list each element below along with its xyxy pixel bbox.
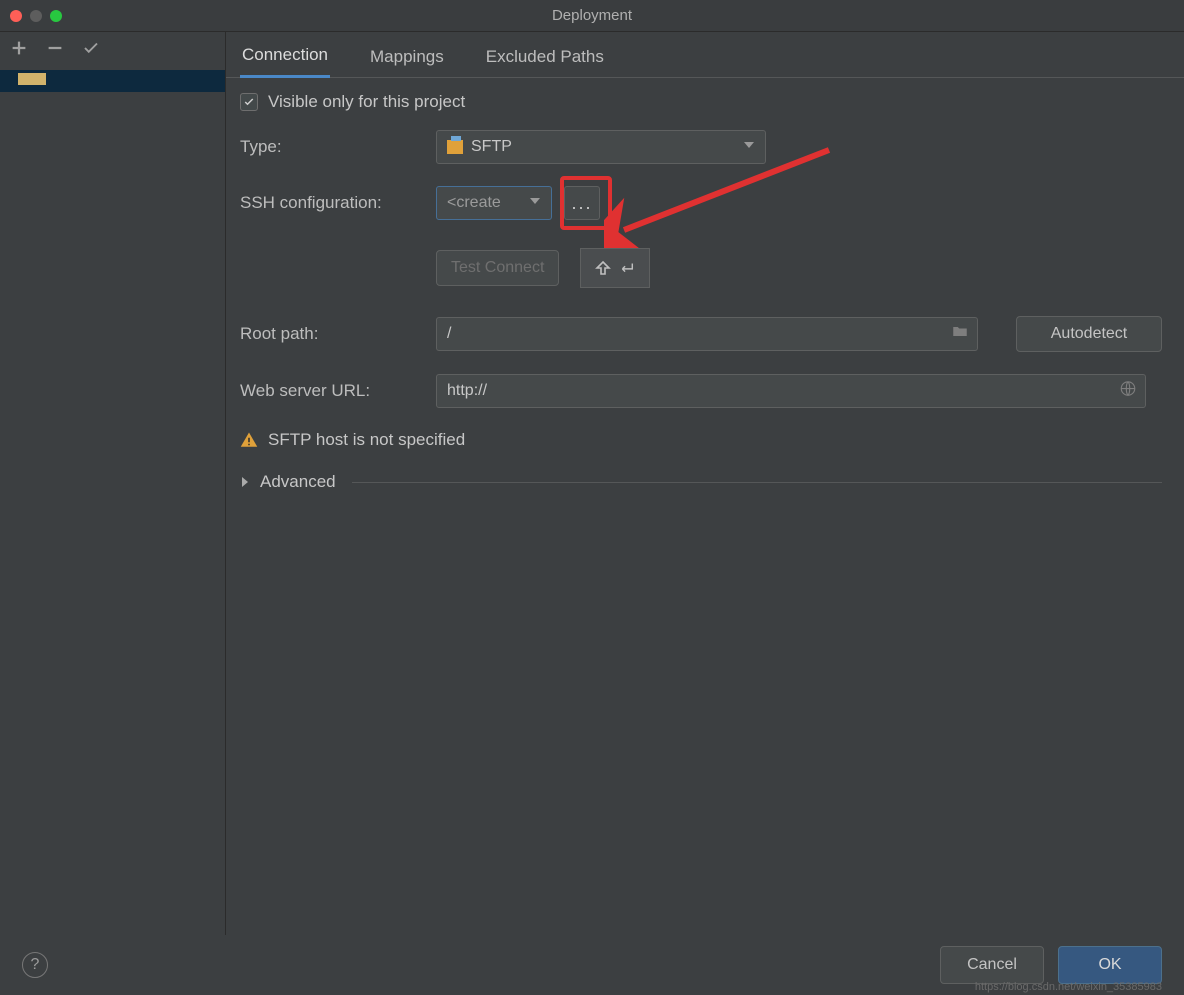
root-path-value: /	[447, 325, 451, 343]
ssh-config-label: SSH configuration:	[240, 193, 436, 213]
warning-icon	[240, 431, 258, 449]
footer: ? Cancel OK https://blog.csdn.net/weixin…	[0, 935, 1184, 995]
chevron-down-icon	[743, 138, 755, 156]
shift-icon	[595, 260, 611, 276]
sidebar	[0, 32, 226, 935]
sftp-icon	[447, 140, 463, 154]
visible-only-label: Visible only for this project	[268, 92, 465, 112]
enter-icon	[617, 260, 635, 276]
cancel-button[interactable]: Cancel	[940, 946, 1044, 984]
root-path-input[interactable]: /	[436, 317, 978, 351]
sidebar-toolbar	[0, 32, 225, 68]
tab-mappings[interactable]: Mappings	[368, 37, 446, 77]
web-url-label: Web server URL:	[240, 381, 436, 401]
ssh-config-value: <create	[447, 194, 501, 212]
window-title: Deployment	[0, 7, 1184, 24]
connection-form: Visible only for this project Type: SFTP	[226, 78, 1184, 492]
type-value: SFTP	[471, 138, 512, 156]
ok-button[interactable]: OK	[1058, 946, 1162, 984]
tab-connection[interactable]: Connection	[240, 35, 330, 78]
web-url-value: http://	[447, 382, 487, 400]
web-url-input[interactable]: http://	[436, 374, 1146, 408]
visible-only-checkbox[interactable]	[240, 93, 258, 111]
shortcut-hint-popup	[580, 248, 650, 288]
tab-excluded-paths[interactable]: Excluded Paths	[484, 37, 606, 77]
apply-icon[interactable]	[82, 39, 100, 62]
sidebar-item-server[interactable]	[0, 70, 225, 92]
test-connection-button[interactable]: Test Connect	[436, 250, 559, 286]
server-color-swatch-icon	[18, 73, 46, 85]
content: Connection Mappings Excluded Paths Visib…	[226, 32, 1184, 935]
type-dropdown[interactable]: SFTP	[436, 130, 766, 164]
ssh-config-dropdown[interactable]: <create	[436, 186, 552, 220]
divider	[352, 482, 1162, 483]
autodetect-button[interactable]: Autodetect	[1016, 316, 1162, 352]
add-icon[interactable]	[10, 39, 28, 62]
advanced-label: Advanced	[260, 472, 336, 492]
globe-icon[interactable]	[1119, 380, 1137, 403]
chevron-down-icon	[529, 194, 541, 212]
advanced-expander[interactable]: Advanced	[240, 472, 1162, 492]
folder-icon[interactable]	[951, 323, 969, 346]
warning-row: SFTP host is not specified	[240, 430, 1162, 450]
warning-text: SFTP host is not specified	[268, 430, 465, 450]
help-button[interactable]: ?	[22, 952, 48, 978]
type-label: Type:	[240, 137, 436, 157]
watermark-text: https://blog.csdn.net/weixin_35385983	[975, 981, 1162, 993]
titlebar: Deployment	[0, 0, 1184, 32]
chevron-right-icon	[240, 477, 250, 487]
root-path-label: Root path:	[240, 324, 436, 344]
tab-bar: Connection Mappings Excluded Paths	[226, 32, 1184, 78]
main-area: Connection Mappings Excluded Paths Visib…	[0, 32, 1184, 935]
remove-icon[interactable]	[46, 39, 64, 62]
ssh-config-browse-button[interactable]: ...	[564, 186, 600, 220]
